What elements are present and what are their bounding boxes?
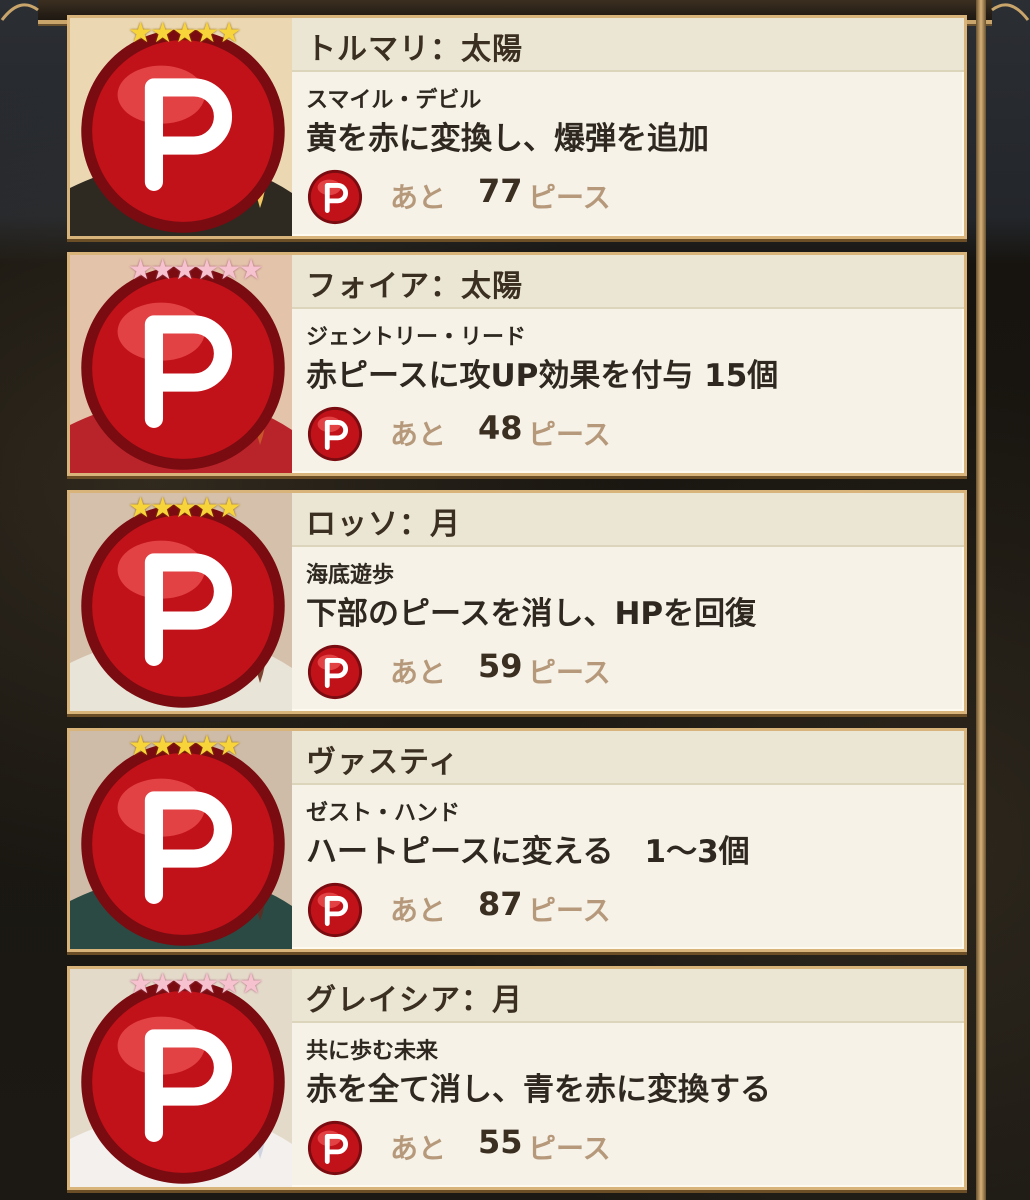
piece-icon — [306, 405, 364, 463]
skill-name: 共に歩む未来 — [306, 1039, 439, 1064]
frame-ornament-left — [0, 0, 40, 22]
skill-description: 黄を赤に変換し、爆弾を追加 — [306, 121, 709, 157]
piece-icon — [306, 881, 364, 939]
character-name: グレイシア：月 — [306, 983, 523, 1018]
rarity-stars: ★ ★ ★ ★ ★ — [128, 731, 242, 762]
piece-unit-label: ピース — [528, 656, 611, 689]
portrait-frame: ★ ★ ★ ★ ★ — [70, 493, 292, 711]
piece-badge — [72, 497, 285, 708]
skill-description: 赤を全て消し、青を赤に変換する — [306, 1072, 771, 1108]
piece-unit-label: ピース — [528, 894, 611, 927]
remaining-label: あと — [390, 1132, 447, 1165]
piece-icon-svg — [307, 644, 363, 700]
rarity-stars: ★ ★ ★ ★ ★ ★ — [128, 255, 264, 286]
piece-icon — [306, 643, 364, 701]
piece-badge-icon — [81, 504, 285, 708]
portrait-frame: ★ ★ ★ ★ ★ ★ — [70, 969, 292, 1187]
piece-icon-svg — [307, 406, 363, 462]
star-icon: ★ — [238, 969, 264, 1000]
rarity-stars: ★ ★ ★ ★ ★ — [128, 18, 242, 49]
character-card[interactable]: ★ ★ ★ ★ ★ ★ グレイシア：月共に歩む未来赤を全て消し、青を赤に変換するあと 55 ピー… — [67, 966, 967, 1190]
piece-badge-icon — [81, 266, 285, 470]
piece-icon-svg — [307, 169, 363, 225]
remaining-count: 55 — [478, 1123, 523, 1161]
remaining-count: 87 — [478, 885, 523, 923]
piece-badge-icon — [81, 980, 285, 1184]
star-icon: ★ — [216, 731, 242, 762]
piece-unit-label: ピース — [528, 181, 611, 214]
skill-name: 海底遊歩 — [306, 563, 395, 588]
piece-icon-svg — [307, 882, 363, 938]
character-name: トルマリ：太陽 — [306, 32, 523, 67]
piece-icon — [306, 168, 364, 226]
skill-name: スマイル・デビル — [306, 88, 482, 113]
frame-ornament-right — [990, 0, 1030, 22]
character-name: ヴァスティ — [306, 745, 460, 780]
star-icon: ★ — [238, 255, 264, 286]
remaining-count: 59 — [478, 647, 523, 685]
scroll-rail[interactable] — [976, 0, 986, 1200]
character-name: ロッソ：月 — [306, 507, 461, 542]
remaining-count: 48 — [478, 409, 523, 447]
character-name: フォイア：太陽 — [306, 269, 523, 304]
remaining-label: あと — [390, 418, 447, 451]
star-icon: ★ — [216, 18, 242, 49]
character-card[interactable]: ★ ★ ★ ★ ★ トルマリ：太陽スマイル・デビル黄を赤に変換し、爆弾を追加あと 77 ピース — [67, 15, 967, 239]
piece-badge-icon — [81, 742, 285, 946]
star-icon: ★ — [216, 493, 242, 524]
skill-name: ジェントリー・リード — [306, 325, 527, 350]
portrait-frame: ★ ★ ★ ★ ★ — [70, 731, 292, 949]
skill-description: 赤ピースに攻UP効果を付与 15個 — [306, 358, 779, 394]
portrait-frame: ★ ★ ★ ★ ★ — [70, 18, 292, 236]
skill-description: 下部のピースを消し、HPを回復 — [306, 596, 757, 632]
remaining-label: あと — [390, 656, 447, 689]
piece-badge — [72, 973, 285, 1184]
character-card[interactable]: ★ ★ ★ ★ ★ ヴァスティゼスト・ハンドハートピースに変える 1～3個あと 87 ピース — [67, 728, 967, 952]
piece-unit-label: ピース — [528, 418, 611, 451]
piece-badge — [72, 22, 285, 233]
character-card[interactable]: ★ ★ ★ ★ ★ ロッソ：月海底遊歩下部のピースを消し、HPを回復あと 59 ピース — [67, 490, 967, 714]
piece-icon — [306, 1119, 364, 1177]
remaining-label: あと — [390, 894, 447, 927]
skill-description: ハートピースに変える 1～3個 — [306, 834, 750, 870]
skill-name: ゼスト・ハンド — [306, 801, 461, 826]
piece-badge — [72, 735, 285, 946]
portrait-frame: ★ ★ ★ ★ ★ ★ — [70, 255, 292, 473]
piece-badge — [72, 259, 285, 470]
remaining-count: 77 — [478, 172, 523, 210]
piece-unit-label: ピース — [528, 1132, 611, 1165]
character-card[interactable]: ★ ★ ★ ★ ★ ★ フォイア：太陽ジェントリー・リード赤ピースに攻UP効果を付与 15個… — [67, 252, 967, 476]
remaining-label: あと — [390, 181, 447, 214]
rarity-stars: ★ ★ ★ ★ ★ ★ — [128, 969, 264, 1000]
piece-badge-icon — [81, 29, 285, 233]
piece-icon-svg — [307, 1120, 363, 1176]
rarity-stars: ★ ★ ★ ★ ★ — [128, 493, 242, 524]
